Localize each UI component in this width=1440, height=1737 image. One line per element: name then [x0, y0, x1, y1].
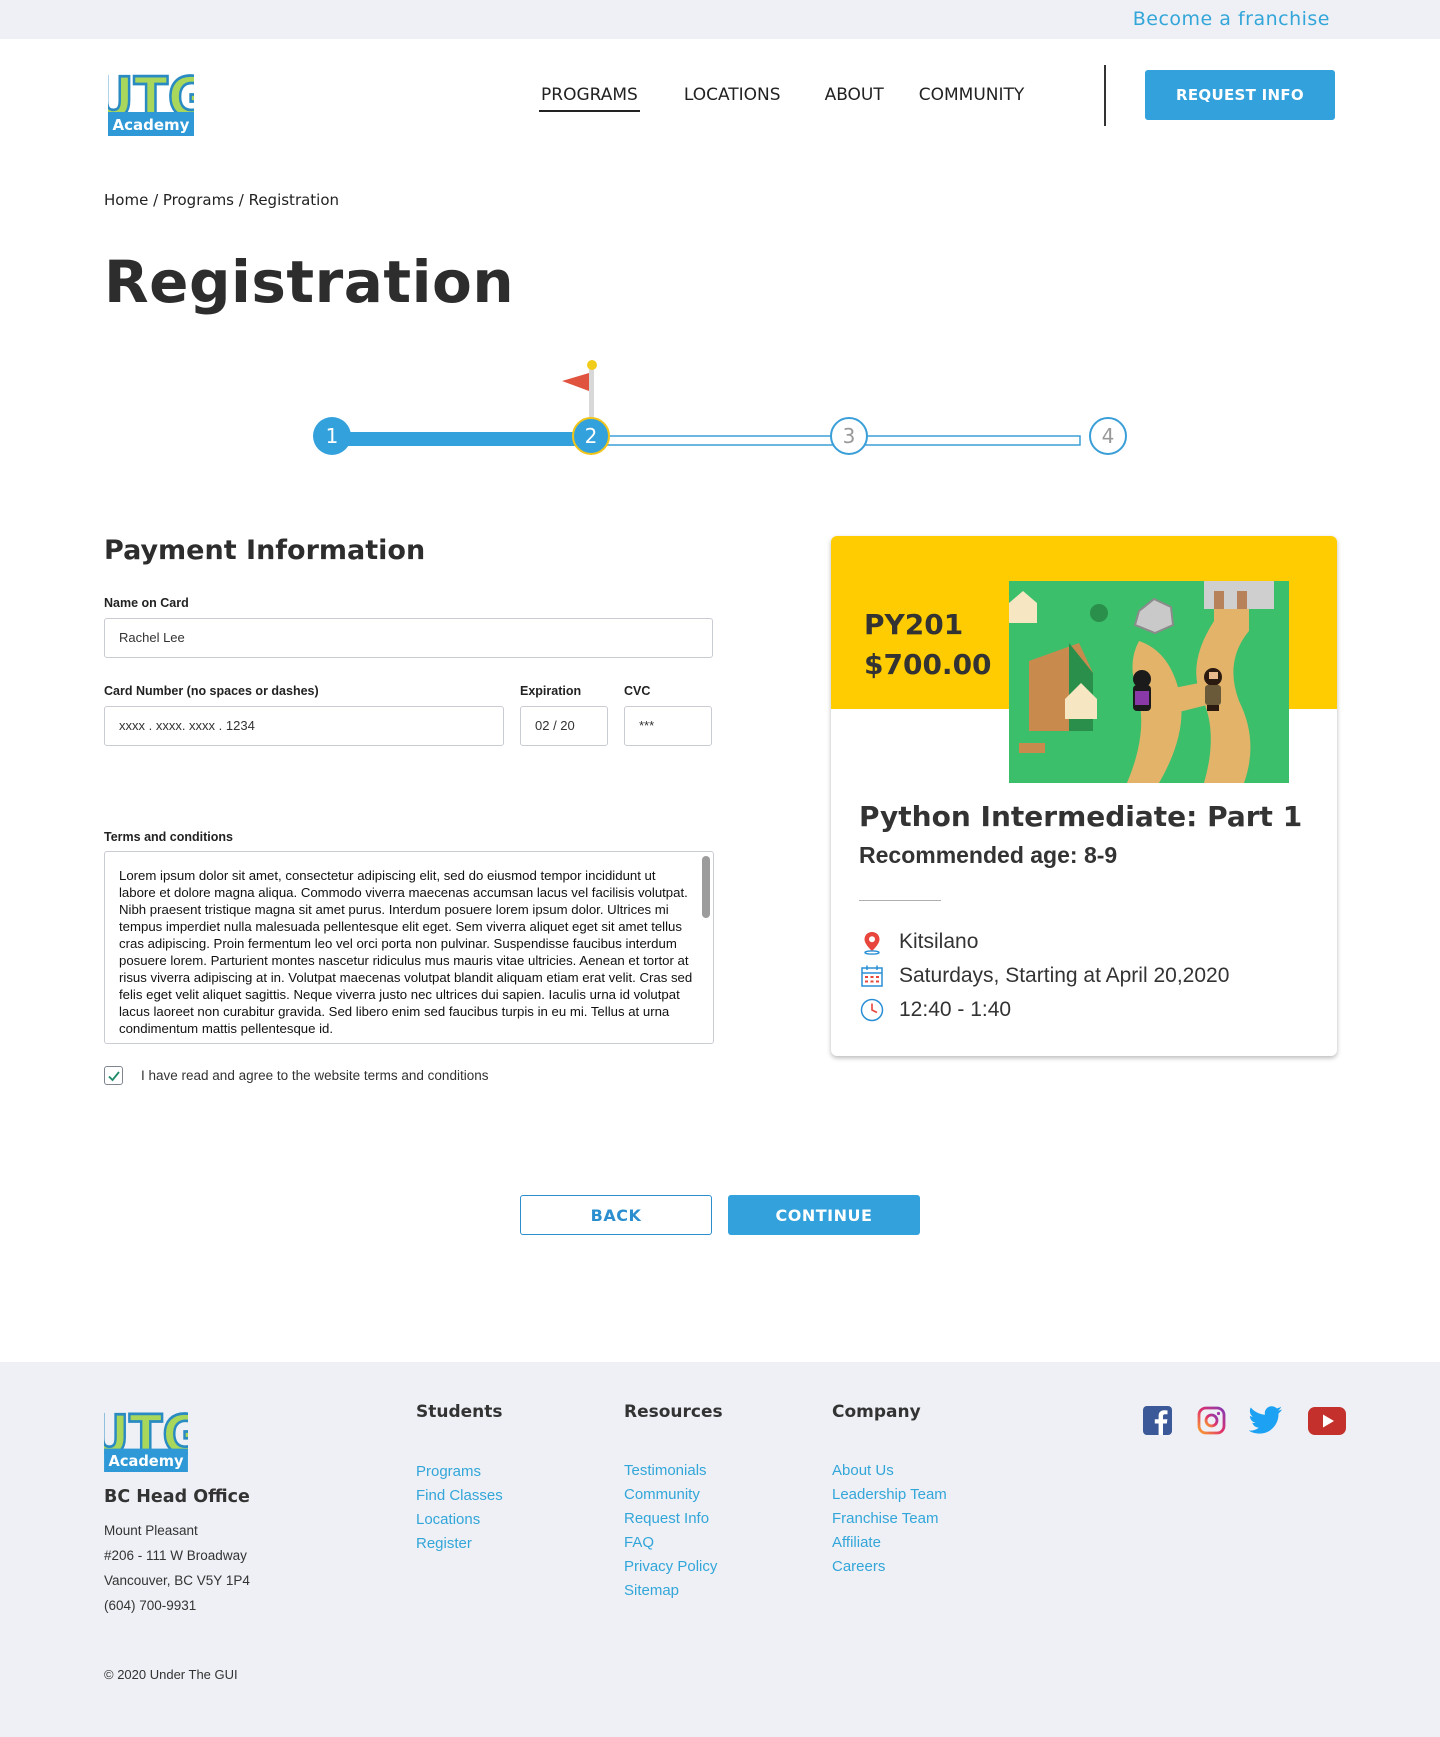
request-info-button[interactable]: REQUEST INFO	[1145, 70, 1335, 120]
course-game-illustration	[1009, 581, 1289, 783]
name-on-card-label: Name on Card	[104, 596, 189, 610]
facebook-icon[interactable]	[1143, 1406, 1172, 1435]
become-franchise-link[interactable]: Become a franchise	[1133, 8, 1330, 30]
footer-link-register[interactable]: Register	[416, 1535, 472, 1552]
footer-link-affiliate[interactable]: Affiliate	[832, 1534, 881, 1551]
copyright: © 2020 Under The GUI	[104, 1667, 238, 1682]
card-number-input[interactable]: xxxx . xxxx. xxxx . 1234	[104, 706, 504, 746]
course-location: Kitsilano	[899, 930, 979, 953]
footer-link-careers[interactable]: Careers	[832, 1558, 885, 1575]
location-pin-icon	[864, 932, 880, 955]
clock-icon	[860, 998, 884, 1022]
footer-link-find-classes[interactable]: Find Classes	[416, 1487, 503, 1504]
card-divider	[859, 900, 941, 901]
footer-link-sitemap[interactable]: Sitemap	[624, 1582, 679, 1599]
registration-stepper: 1 2 3 4	[313, 360, 1127, 455]
footer-link-testimonials[interactable]: Testimonials	[624, 1462, 707, 1479]
calendar-icon	[861, 965, 883, 987]
course-name: Python Intermediate: Part 1	[859, 800, 1303, 833]
footer-link-programs[interactable]: Programs	[416, 1463, 481, 1480]
footer-link-about-us[interactable]: About Us	[832, 1462, 894, 1479]
office-line: Vancouver, BC V5Y 1P4	[104, 1573, 250, 1588]
cvc-label: CVC	[624, 684, 651, 698]
agree-terms-checkbox[interactable]	[104, 1066, 123, 1085]
checkmark-icon	[107, 1070, 120, 1081]
expiration-input[interactable]: 02 / 20	[520, 706, 608, 746]
cvc-input[interactable]: ***	[624, 706, 712, 746]
site-header: UTG Academy PROGRAMS LOCATIONS ABOUT COM…	[0, 39, 1440, 159]
nav-programs[interactable]: PROGRAMS	[539, 85, 640, 112]
terms-textarea[interactable]: Lorem ipsum dolor sit amet, consectetur …	[104, 851, 714, 1044]
step-2[interactable]: 2	[572, 417, 610, 455]
card-number-label: Card Number (no spaces or dashes)	[104, 684, 319, 698]
step-1[interactable]: 1	[313, 417, 351, 455]
step-4[interactable]: 4	[1089, 417, 1127, 455]
expiration-label: Expiration	[520, 684, 582, 698]
nav-community[interactable]: COMMUNITY	[919, 85, 1025, 105]
twitter-icon[interactable]	[1249, 1406, 1283, 1435]
footer-link-locations[interactable]: Locations	[416, 1511, 480, 1528]
course-price: $700.00	[864, 648, 992, 681]
stepper-progress-fill	[332, 432, 592, 446]
payment-section-title: Payment Information	[104, 535, 426, 566]
terms-scrollbar[interactable]	[702, 856, 710, 918]
terms-label: Terms and conditions	[104, 830, 233, 844]
course-code: PY201	[864, 608, 964, 641]
footer-link-community[interactable]: Community	[624, 1486, 700, 1503]
svg-text:1: 1	[326, 424, 339, 448]
footer-link-leadership-team[interactable]: Leadership Team	[832, 1486, 947, 1503]
course-time-row: 12:40 - 1:40	[859, 997, 1011, 1023]
course-location-row: Kitsilano	[859, 929, 978, 955]
course-time: 12:40 - 1:40	[899, 998, 1012, 1021]
utg-academy-logo[interactable]: UTG Academy	[108, 56, 194, 136]
footer-link-faq[interactable]: FAQ	[624, 1534, 654, 1551]
instagram-icon[interactable]	[1197, 1406, 1226, 1435]
office-title: BC Head Office	[104, 1487, 250, 1507]
main-nav: PROGRAMS LOCATIONS ABOUT COMMUNITY	[539, 85, 1025, 112]
nav-locations[interactable]: LOCATIONS	[684, 85, 781, 105]
footer-link-franchise-team[interactable]: Franchise Team	[832, 1510, 938, 1527]
footer-col-title-company: Company	[832, 1402, 921, 1422]
step-3[interactable]: 3	[830, 417, 868, 455]
svg-text:4: 4	[1102, 424, 1115, 448]
back-button[interactable]: BACK	[520, 1195, 712, 1235]
nav-divider	[1104, 65, 1106, 126]
office-line: Mount Pleasant	[104, 1523, 198, 1538]
course-age: Recommended age: 8-9	[859, 842, 1118, 868]
name-on-card-input[interactable]: Rachel Lee	[104, 618, 713, 658]
svg-text:3: 3	[843, 424, 856, 448]
svg-text:2: 2	[585, 424, 598, 448]
footer-link-request-info[interactable]: Request Info	[624, 1510, 709, 1527]
continue-button[interactable]: CONTINUE	[728, 1195, 920, 1235]
youtube-icon[interactable]	[1308, 1407, 1346, 1435]
office-line: #206 - 111 W Broadway	[104, 1548, 247, 1563]
page-title: Registration	[104, 248, 515, 316]
footer-col-title-resources: Resources	[624, 1402, 723, 1422]
office-phone: (604) 700-9931	[104, 1598, 197, 1613]
footer-link-privacy-policy[interactable]: Privacy Policy	[624, 1558, 717, 1575]
breadcrumb: Home / Programs / Registration	[104, 191, 340, 209]
course-schedule: Saturdays, Starting at April 20,2020	[899, 964, 1230, 987]
footer-col-title-students: Students	[416, 1402, 503, 1422]
footer-utg-academy-logo[interactable]: UTG Academy	[104, 1394, 188, 1472]
course-summary-card: PY201 $700.00 Python Intermediate: Part …	[831, 536, 1337, 1056]
nav-about[interactable]: ABOUT	[825, 85, 884, 105]
terms-text: Lorem ipsum dolor sit amet, consectetur …	[119, 868, 693, 1036]
course-schedule-row: Saturdays, Starting at April 20,2020	[859, 963, 1229, 989]
top-bar: Become a franchise	[0, 0, 1440, 39]
svg-text:Academy: Academy	[113, 116, 190, 134]
svg-text:Academy: Academy	[109, 1453, 184, 1470]
agree-terms-label: I have read and agree to the website ter…	[141, 1068, 489, 1083]
